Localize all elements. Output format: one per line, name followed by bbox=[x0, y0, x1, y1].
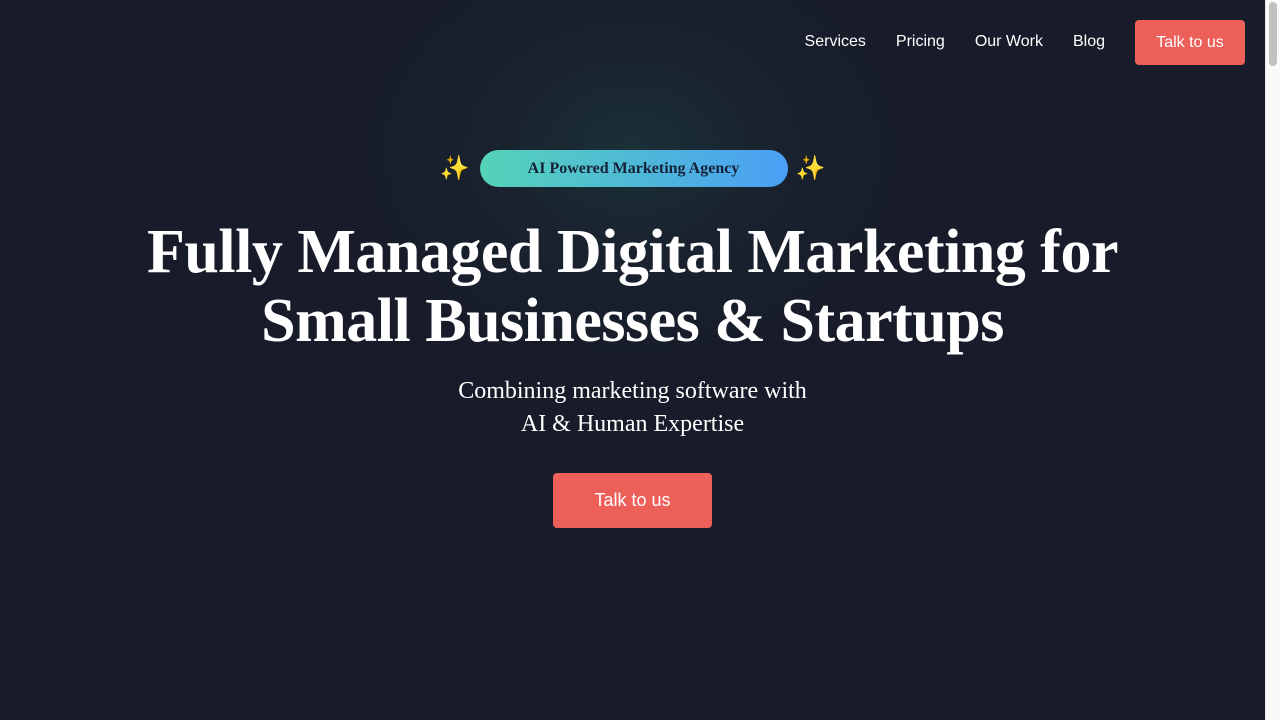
nav-link-pricing[interactable]: Pricing bbox=[896, 19, 945, 65]
ai-badge: AI Powered Marketing Agency bbox=[479, 150, 788, 187]
hero-headline-line-1: Fully Managed Digital Marketing for bbox=[147, 218, 1118, 286]
sparkles-icon: ✨ bbox=[795, 154, 826, 182]
nav-link-our-work[interactable]: Our Work bbox=[975, 19, 1043, 65]
sparkles-icon: ✨ bbox=[439, 154, 470, 182]
nav-link-blog[interactable]: Blog bbox=[1073, 19, 1105, 65]
hero-subheadline: Combining marketing software with AI & H… bbox=[0, 375, 1265, 441]
hero-subheadline-line-1: Combining marketing software with bbox=[458, 378, 807, 404]
hero-headline: Fully Managed Digital Marketing for Smal… bbox=[0, 218, 1265, 356]
hero-headline-line-2: Small Businesses & Startups bbox=[261, 287, 1004, 355]
nav-talk-to-us-button[interactable]: Talk to us bbox=[1135, 19, 1245, 65]
page: Services Pricing Our Work Blog Talk to u… bbox=[0, 0, 1265, 720]
hero-talk-to-us-button[interactable]: Talk to us bbox=[553, 473, 712, 528]
vertical-scrollbar[interactable] bbox=[1265, 0, 1280, 720]
ai-badge-label: AI Powered Marketing Agency bbox=[527, 159, 740, 177]
hero-subheadline-line-2: AI & Human Expertise bbox=[520, 411, 745, 437]
top-nav: Services Pricing Our Work Blog Talk to u… bbox=[805, 19, 1245, 65]
scrollbar-thumb[interactable] bbox=[1269, 2, 1277, 66]
badge-row: ✨ AI Powered Marketing Agency ✨ bbox=[0, 150, 1265, 187]
nav-link-services[interactable]: Services bbox=[805, 19, 866, 65]
